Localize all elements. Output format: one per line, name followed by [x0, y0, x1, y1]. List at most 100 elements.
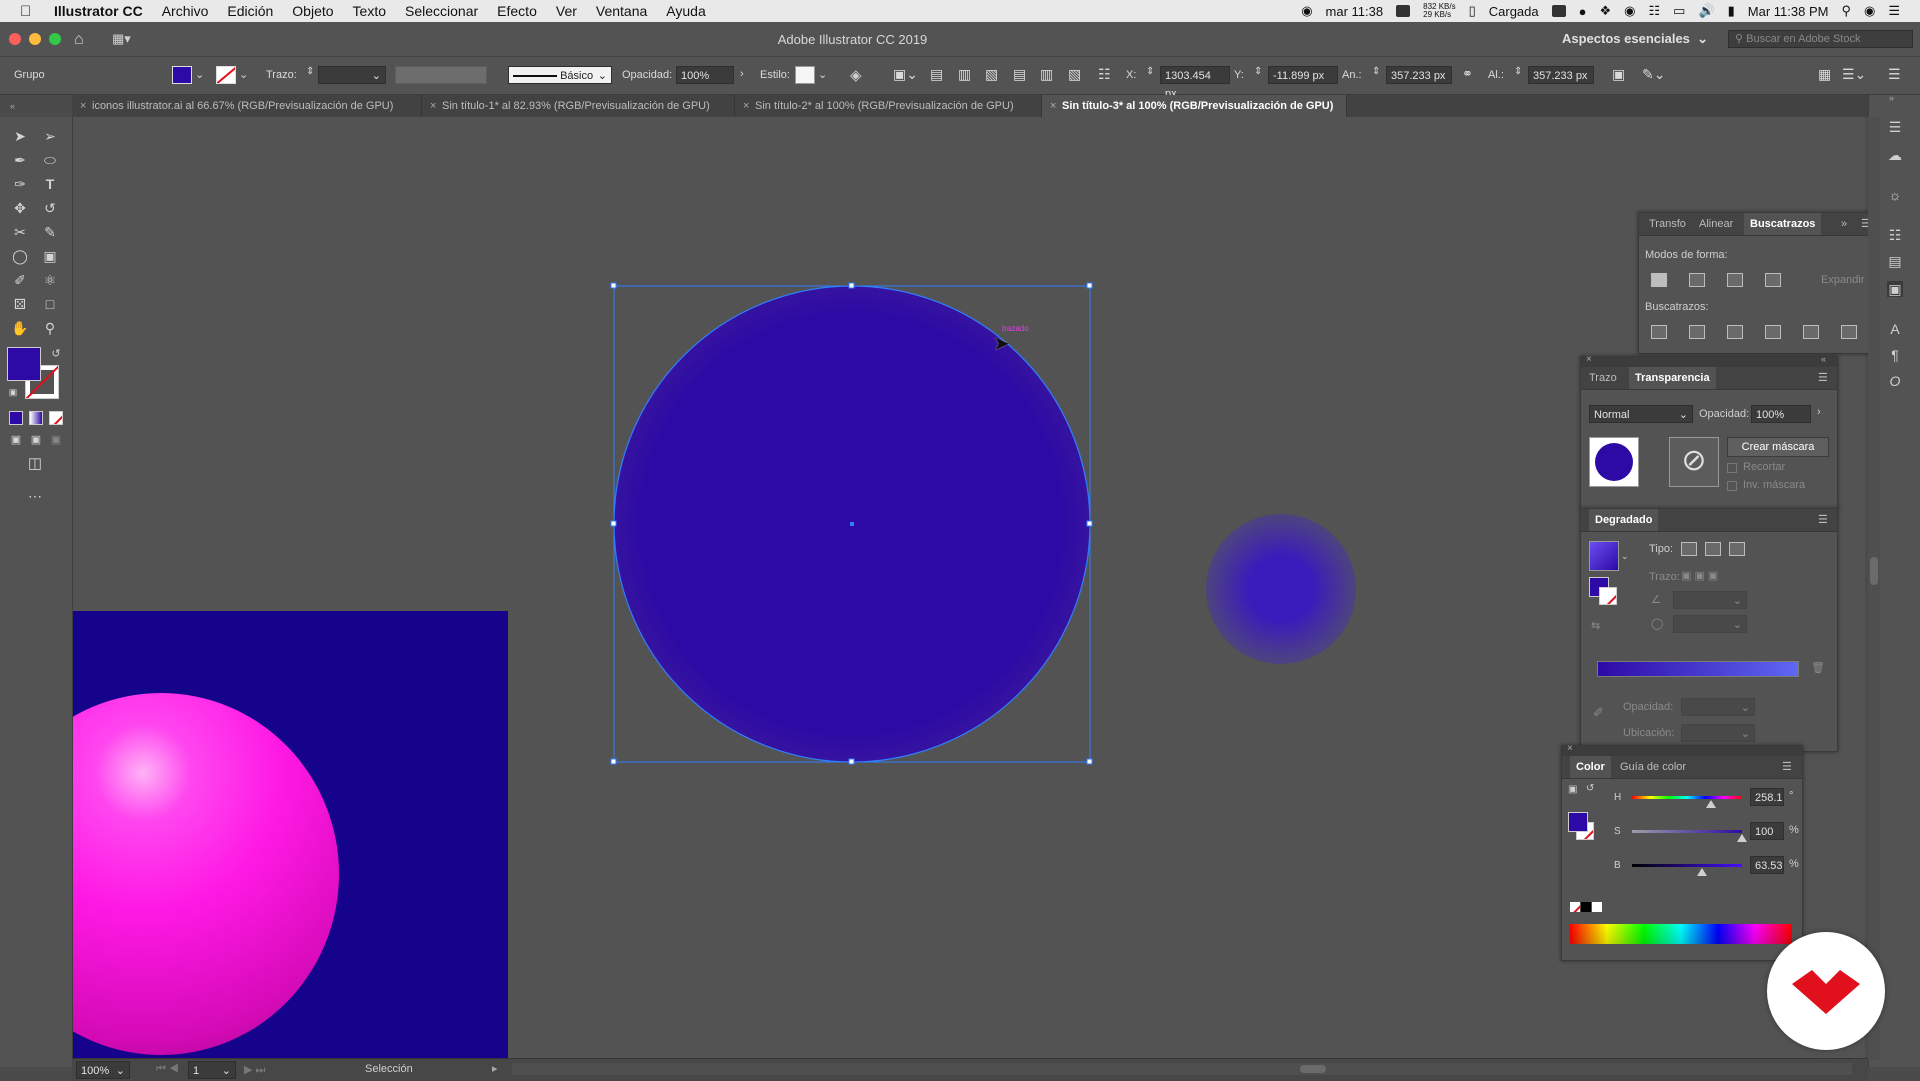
- menu-ventana[interactable]: Ventana: [596, 3, 647, 19]
- menubar-clock-left[interactable]: mar 11:38: [1326, 4, 1384, 19]
- hue-slider-thumb[interactable]: [1705, 800, 1716, 808]
- chevron-down-icon[interactable]: ⌄: [1621, 551, 1629, 562]
- scissors-tool-icon[interactable]: ✂: [11, 223, 29, 241]
- opentype-icon[interactable]: O: [1887, 373, 1903, 389]
- notification-center-icon[interactable]: ☰: [1888, 3, 1900, 19]
- white-color-chip[interactable]: [1592, 902, 1602, 912]
- none-color-chip[interactable]: [1570, 902, 1580, 912]
- transform-options-icon[interactable]: ✎⌄: [1642, 66, 1665, 83]
- color-spectrum[interactable]: [1570, 924, 1792, 944]
- symbol-sprayer-tool-icon[interactable]: ⚄: [11, 295, 29, 313]
- transform-icon[interactable]: ☷: [1887, 227, 1903, 243]
- close-tab-icon[interactable]: ×: [743, 95, 749, 117]
- menu-archivo[interactable]: Archivo: [162, 3, 209, 19]
- delete-stop-icon[interactable]: 🗑: [1811, 661, 1825, 674]
- y-position-field[interactable]: -11.899 px: [1268, 66, 1338, 84]
- menu-ayuda[interactable]: Ayuda: [666, 3, 705, 19]
- exclude-icon[interactable]: [1765, 273, 1781, 287]
- close-tab-icon[interactable]: ×: [430, 95, 436, 117]
- gradient-tool-icon[interactable]: ▣: [41, 247, 59, 265]
- gradient-mode-icon[interactable]: [29, 411, 43, 425]
- angle-field[interactable]: ⌄: [1673, 591, 1747, 609]
- tab-stroke[interactable]: Trazo: [1589, 367, 1617, 389]
- small-blurred-circle[interactable]: [1206, 514, 1356, 664]
- make-mask-button[interactable]: Crear máscara: [1727, 437, 1829, 457]
- align-icon[interactable]: ▤: [1887, 253, 1903, 269]
- bounding-handle[interactable]: [848, 282, 855, 289]
- artboard-nav-next-last-icon[interactable]: ▶ ⏭: [244, 1063, 265, 1077]
- panel-menu-icon[interactable]: ☰: [1818, 509, 1828, 531]
- battery-label[interactable]: Cargada: [1489, 4, 1539, 19]
- none-mode-icon[interactable]: [49, 411, 63, 425]
- draw-behind-icon[interactable]: ▣: [27, 431, 45, 449]
- opacity-field[interactable]: 100%: [1751, 405, 1811, 423]
- align-bottom-icon[interactable]: ▧: [1068, 66, 1081, 83]
- blend-tool-icon[interactable]: ⚛: [41, 271, 59, 289]
- apple-menu-icon[interactable]: : [20, 3, 40, 20]
- siri-icon[interactable]: ◉: [1864, 3, 1875, 19]
- horizontal-scrollbar[interactable]: [512, 1063, 1852, 1075]
- merge-icon[interactable]: [1727, 325, 1743, 339]
- collapse-panel-icon[interactable]: «: [10, 101, 15, 111]
- default-colors-icon[interactable]: ▣: [1568, 784, 1577, 795]
- zoom-tool-icon[interactable]: ⚲: [41, 319, 59, 337]
- invert-mask-checkbox[interactable]: [1727, 481, 1737, 491]
- close-tab-icon[interactable]: ×: [1050, 95, 1056, 117]
- paintbrush-tool-icon[interactable]: ✑: [11, 175, 29, 193]
- creative-cloud-icon[interactable]: ●: [1579, 4, 1587, 19]
- direct-selection-tool-icon[interactable]: ➢: [41, 127, 59, 145]
- eyedropper-icon[interactable]: ✐: [1593, 705, 1604, 721]
- zoom-level-field[interactable]: 100% ⌄: [76, 1061, 130, 1079]
- bounding-handle[interactable]: [1086, 520, 1093, 527]
- no-mask-icon[interactable]: ⊘: [1669, 437, 1719, 487]
- chevron-down-icon[interactable]: ⌄: [818, 68, 827, 81]
- color-mode-icon[interactable]: [9, 411, 23, 425]
- document-tab[interactable]: × iconos illustrator.ai al 66.67% (RGB/P…: [72, 95, 422, 117]
- height-field[interactable]: 357.233 px: [1528, 66, 1594, 84]
- rotate-tool-icon[interactable]: ↺: [41, 199, 59, 217]
- align-right-icon[interactable]: ▧: [985, 66, 998, 83]
- artboard-nav-first-prev-icon[interactable]: ⏮ ◀: [156, 1063, 179, 1076]
- gradient-stroke-swatch[interactable]: [1599, 587, 1617, 605]
- stepper-icon[interactable]: ⇕: [1146, 66, 1154, 77]
- panel-menu-icon[interactable]: ☰: [1818, 367, 1828, 389]
- gradient-preview-swatch[interactable]: [1589, 541, 1619, 571]
- bounding-handle[interactable]: [610, 758, 617, 765]
- current-tool-status[interactable]: Selección: [365, 1063, 413, 1075]
- vertical-scrollbar[interactable]: [1868, 117, 1880, 1060]
- volume-icon[interactable]: 🔊: [1698, 3, 1714, 19]
- outline-icon[interactable]: [1803, 325, 1819, 339]
- menu-texto[interactable]: Texto: [353, 3, 386, 19]
- saturation-slider[interactable]: [1632, 830, 1742, 833]
- bounding-handle[interactable]: [610, 282, 617, 289]
- control-bar-menu-icon[interactable]: ☰: [1888, 66, 1901, 83]
- edit-toolbar-icon[interactable]: ⋯: [26, 487, 44, 505]
- hue-slider[interactable]: [1632, 796, 1742, 799]
- chevron-right-icon[interactable]: ›: [740, 68, 744, 80]
- color-fill-swatch[interactable]: [1568, 812, 1588, 832]
- align-center-horizontal-icon[interactable]: ▥: [958, 66, 971, 83]
- bounding-handle[interactable]: [1086, 282, 1093, 289]
- document-tab[interactable]: × Sin título-1* al 82.93% (RGB/Previsual…: [422, 95, 735, 117]
- shape-builder-tool-icon[interactable]: ◯: [11, 247, 29, 265]
- adobe-stock-search-field[interactable]: ⚲ Buscar en Adobe Stock: [1728, 30, 1913, 48]
- airplay-icon[interactable]: ▭: [1673, 3, 1685, 19]
- stop-opacity-field[interactable]: ⌄: [1681, 698, 1755, 716]
- fill-color-swatch[interactable]: [172, 66, 192, 84]
- close-panel-icon[interactable]: ×: [1567, 743, 1573, 754]
- eye-icon[interactable]: ◉: [1624, 3, 1635, 19]
- stepper-icon[interactable]: ⇕: [1372, 66, 1380, 77]
- tab-transform[interactable]: Transfo: [1649, 213, 1686, 235]
- selection-tool-icon[interactable]: ➤: [11, 127, 29, 145]
- bounding-handle[interactable]: [610, 520, 617, 527]
- align-top-icon[interactable]: ▤: [1013, 66, 1026, 83]
- clip-checkbox[interactable]: [1727, 463, 1737, 473]
- saturation-field[interactable]: 100: [1750, 822, 1784, 840]
- tab-align[interactable]: Alinear: [1699, 213, 1733, 235]
- opacity-field[interactable]: 100%: [676, 66, 734, 84]
- artboard-tool-icon[interactable]: □: [41, 295, 59, 313]
- divide-icon[interactable]: [1651, 325, 1667, 339]
- screen-mode-icon[interactable]: ◫: [26, 455, 44, 473]
- trim-icon[interactable]: [1689, 325, 1705, 339]
- chevron-right-icon[interactable]: ›: [1817, 406, 1821, 418]
